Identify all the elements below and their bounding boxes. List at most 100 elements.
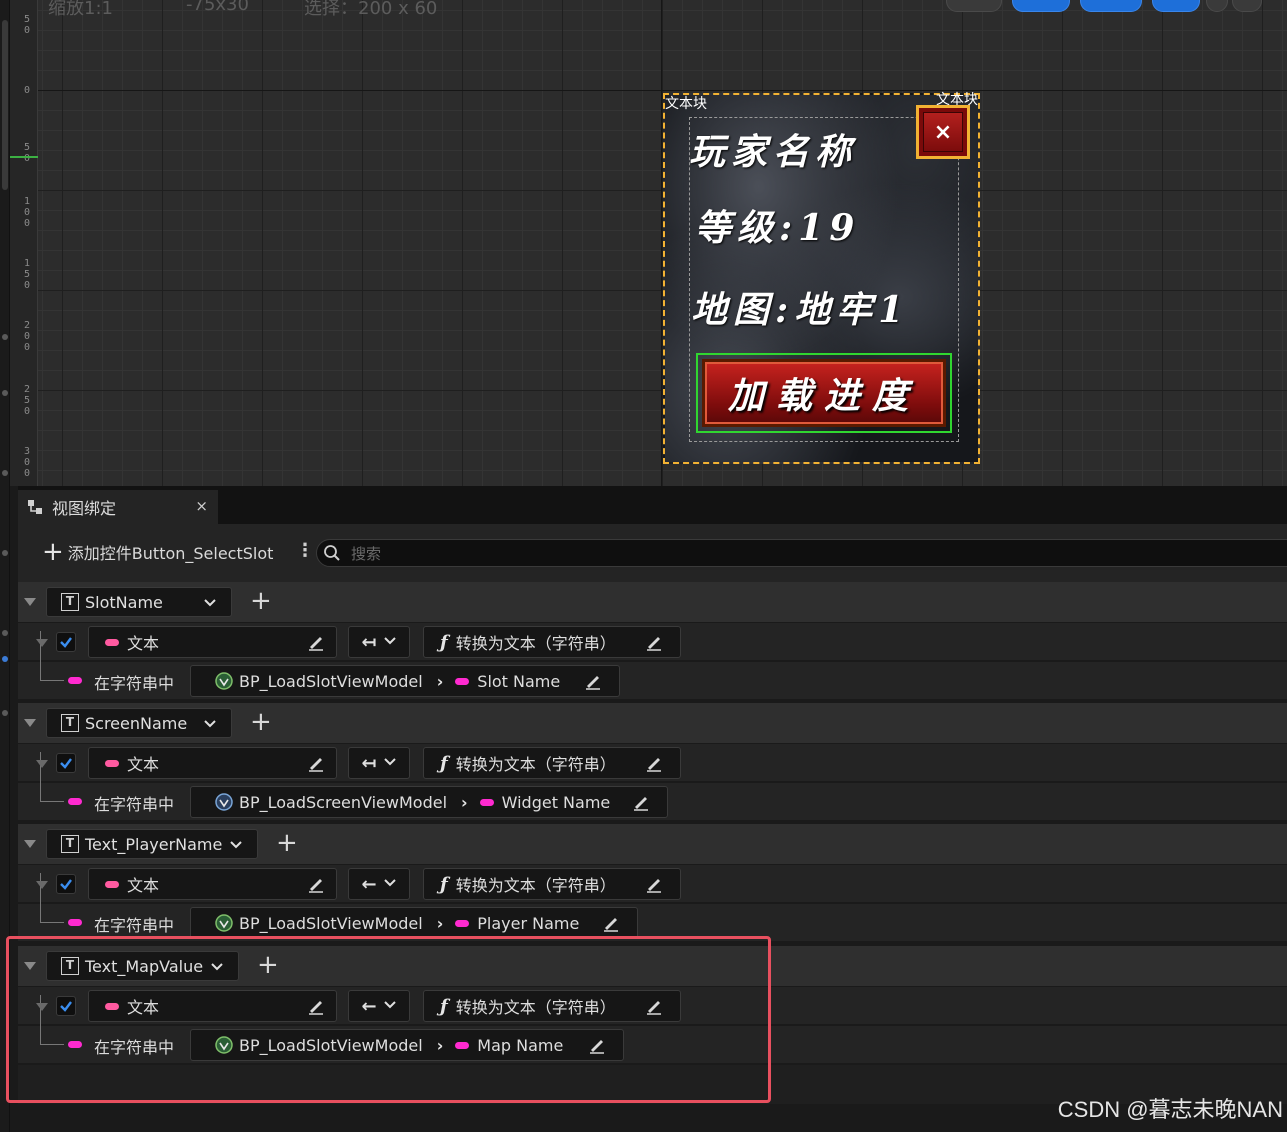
viewmodel-name: BP_LoadSlotViewModel <box>239 913 423 933</box>
ruler-cursor-marker <box>10 156 38 158</box>
pin-icon <box>105 638 119 646</box>
expand-arrow-icon[interactable] <box>2 470 8 476</box>
collapse-arrow-icon[interactable] <box>24 840 36 848</box>
search-input[interactable]: 搜索 <box>316 539 1287 567</box>
source-path-field[interactable]: BP_LoadSlotViewModel › Player Name <box>190 907 638 939</box>
canvas-toolbar-button[interactable] <box>1232 0 1262 12</box>
tree-line <box>40 652 41 680</box>
pin-icon <box>105 759 119 767</box>
edit-pencil-icon[interactable] <box>644 874 664 894</box>
widget-dropdown[interactable]: T SlotName <box>46 587 232 617</box>
target-property-field[interactable]: 文本 <box>88 747 337 779</box>
source-path-field[interactable]: BP_LoadSlotViewModel › Slot Name <box>190 665 620 697</box>
widget-name: SlotName <box>85 592 163 612</box>
panel-tab-bar: 视图绑定 × <box>18 486 1287 524</box>
pin-icon <box>455 677 470 685</box>
edit-pencil-icon[interactable] <box>601 913 621 933</box>
add-binding-plus-icon[interactable]: + <box>276 828 298 858</box>
source-path-field[interactable]: BP_LoadScreenViewModel › Widget Name <box>190 786 668 818</box>
expand-arrow-icon[interactable] <box>2 710 8 716</box>
edit-pencil-icon[interactable] <box>583 671 603 691</box>
enable-binding-checkbox[interactable] <box>56 753 76 773</box>
map-text[interactable]: 地图:地牢1 <box>691 281 909 333</box>
canvas-toolbar-toggle[interactable] <box>1152 0 1200 12</box>
collapse-arrow-icon[interactable] <box>24 719 36 727</box>
expand-arrow-icon[interactable] <box>2 550 8 556</box>
more-options-icon[interactable]: ⋮ <box>296 540 314 561</box>
chevron-down-icon <box>383 754 397 773</box>
viewmodel-field-name: Slot Name <box>477 671 561 691</box>
close-icon: × <box>923 112 963 152</box>
widget-dropdown[interactable]: T Text_PlayerName <box>46 829 258 859</box>
source-argument-label: 在字符串中 <box>94 916 175 935</box>
load-progress-button[interactable]: 加载进度 <box>696 353 952 433</box>
add-binding-plus-icon[interactable]: + <box>250 586 272 616</box>
expand-arrow-icon[interactable] <box>2 630 8 636</box>
expand-arrow-icon[interactable] <box>2 656 8 662</box>
target-property-label: 文本 <box>127 634 160 653</box>
edit-pencil-icon[interactable] <box>644 632 664 652</box>
edit-pencil-icon[interactable] <box>306 753 326 773</box>
tree-line <box>40 680 64 681</box>
edit-pencil-icon[interactable] <box>631 792 651 812</box>
highlight-box <box>6 936 771 1103</box>
collapse-arrow-icon[interactable] <box>36 760 48 768</box>
chevron-down-icon <box>383 633 397 652</box>
tree-line <box>40 894 41 922</box>
expand-arrow-icon[interactable] <box>2 334 8 340</box>
close-button[interactable]: × <box>916 105 970 159</box>
collapse-arrow-icon[interactable] <box>24 598 36 606</box>
scrollbar-thumb[interactable] <box>2 20 8 190</box>
tab-title: 视图绑定 <box>52 499 117 518</box>
add-widget-binding-label: 添加控件Button_SelectSlot <box>67 544 274 563</box>
edit-pencil-icon[interactable] <box>306 874 326 894</box>
ruler-tick: 5 0 <box>23 142 31 164</box>
chevron-right-icon: › <box>436 913 444 933</box>
text-block-label: 文本块 <box>665 96 707 112</box>
conversion-function-field[interactable]: ƒ 转换为文本（字符串） <box>423 747 681 779</box>
function-icon: ƒ <box>440 873 448 895</box>
binding-row: 文本 ↤ ƒ 转换为文本（字符串） <box>18 743 1287 812</box>
collapse-arrow-icon[interactable] <box>36 639 48 647</box>
canvas-toolbar-toggle[interactable] <box>1012 0 1070 12</box>
function-icon: ƒ <box>440 631 448 653</box>
binding-direction-dropdown[interactable]: ↤ <box>348 626 410 658</box>
canvas-toolbar-button[interactable] <box>946 0 1002 12</box>
enable-binding-checkbox[interactable] <box>56 632 76 652</box>
pin-icon <box>68 798 82 805</box>
conversion-function-label: 转换为文本（字符串） <box>455 755 616 774</box>
canvas-toolbar-toggle[interactable] <box>1080 0 1142 12</box>
edit-pencil-icon[interactable] <box>644 753 664 773</box>
widget-preview[interactable]: 文本块 文本块 玩家名称 等级:19 地图:地牢1 × 加载进度 <box>663 92 980 464</box>
canvas-toolbar-button[interactable] <box>1206 0 1228 12</box>
binding-direction-dropdown[interactable]: ↤ <box>348 747 410 779</box>
binding-tree-icon <box>28 500 42 514</box>
binding-row: 文本 ← ƒ 转换为文本（字符串） <box>18 864 1287 933</box>
designer-canvas[interactable]: 缩放1:1 -75x30 选择：200 x 60 文本块 文本块 玩家名称 等级… <box>0 0 1287 486</box>
add-binding-plus-icon[interactable]: + <box>250 707 272 737</box>
add-widget-binding-button[interactable]: + 添加控件Button_SelectSlot <box>42 539 274 565</box>
tree-line <box>40 922 64 923</box>
target-property-label: 文本 <box>127 755 160 774</box>
edit-pencil-icon[interactable] <box>306 632 326 652</box>
viewmodel-name: BP_LoadSlotViewModel <box>239 671 423 691</box>
target-property-field[interactable]: 文本 <box>88 868 337 900</box>
canvas-origin-horizontal-line <box>38 90 1287 91</box>
expand-arrow-icon[interactable] <box>2 390 8 396</box>
target-property-label: 文本 <box>127 876 160 895</box>
tab-view-binding[interactable]: 视图绑定 × <box>18 490 218 524</box>
player-name-text[interactable]: 玩家名称 <box>689 123 857 175</box>
close-tab-icon[interactable]: × <box>195 497 208 515</box>
enable-binding-checkbox[interactable] <box>56 874 76 894</box>
chevron-down-icon <box>203 716 217 735</box>
conversion-function-field[interactable]: ƒ 转换为文本（字符串） <box>423 868 681 900</box>
chevron-down-icon <box>229 837 243 856</box>
widget-dropdown[interactable]: T ScreenName <box>46 708 232 738</box>
collapse-arrow-icon[interactable] <box>36 881 48 889</box>
binding-direction-dropdown[interactable]: ← <box>348 868 410 900</box>
viewmodel-field-name: Player Name <box>477 913 580 933</box>
level-text[interactable]: 等级:19 <box>695 199 860 251</box>
function-icon: ƒ <box>440 752 448 774</box>
conversion-function-field[interactable]: ƒ 转换为文本（字符串） <box>423 626 681 658</box>
target-property-field[interactable]: 文本 <box>88 626 337 658</box>
